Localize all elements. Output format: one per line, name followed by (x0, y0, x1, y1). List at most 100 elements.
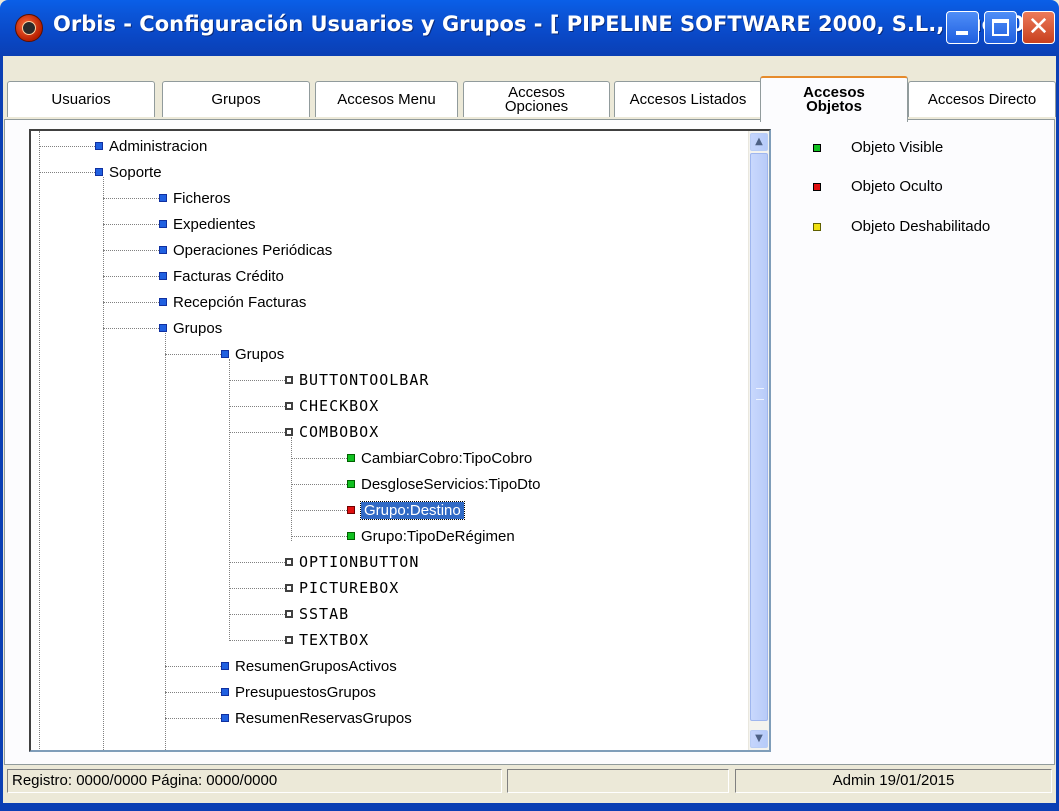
tree-item-administracion[interactable]: Administracion (95, 135, 207, 157)
tree-line (165, 333, 166, 750)
tree-item-checkbox[interactable]: CHECKBOX (285, 395, 379, 417)
tree-line (291, 458, 347, 459)
tree-line (103, 276, 159, 277)
tree-item-label: PresupuestosGrupos (235, 683, 376, 701)
minimize-button[interactable] (946, 11, 979, 44)
form-icon (221, 350, 229, 358)
maximize-button[interactable] (984, 11, 1017, 44)
objects-tree[interactable]: Administracion Soporte Ficheros Expedien… (29, 129, 771, 752)
tab-accesos-opciones[interactable]: Accesos Opciones (463, 81, 610, 117)
tree-item-resumengruposactivos[interactable]: ResumenGruposActivos (221, 655, 397, 677)
folder-icon (159, 220, 167, 228)
tree-item-optionbutton[interactable]: OPTIONBUTTON (285, 551, 419, 573)
tree-item-label: COMBOBOX (299, 423, 380, 441)
tab-accesos-objetos[interactable]: Accesos Objetos (760, 76, 908, 122)
control-type-icon (285, 376, 293, 384)
tree-item-grupos-form[interactable]: Grupos (221, 343, 284, 365)
tree-line (103, 198, 159, 199)
tree-item-label: Recepción Facturas (173, 293, 307, 311)
tree-item-textbox[interactable]: TEXTBOX (285, 629, 369, 651)
tree-item-grupo-destino[interactable]: Grupo:Destino (347, 499, 465, 521)
folder-icon (159, 298, 167, 306)
tree-item-sstab[interactable]: SSTAB (285, 603, 349, 625)
form-icon (221, 714, 229, 722)
tree-line (39, 131, 40, 750)
tree-line (229, 562, 285, 563)
legend-visible: Objeto Visible (813, 139, 943, 156)
tab-label: Accesos Menu (337, 90, 436, 108)
tab-label: Accesos Directo (927, 90, 1037, 108)
tree-item-label: PICTUREBOX (299, 579, 400, 597)
close-button[interactable]: ✕ (1022, 11, 1055, 44)
control-type-icon (285, 610, 293, 618)
tree-item-label: Administracion (109, 137, 208, 155)
close-icon: ✕ (1027, 12, 1050, 42)
tree-line (291, 484, 347, 485)
tab-accesos-listados[interactable]: Accesos Listados (614, 81, 762, 117)
tab-grupos[interactable]: Grupos (162, 81, 310, 117)
tree-line (229, 640, 285, 641)
scroll-thumb[interactable] (750, 153, 768, 721)
tree-item-operaciones-periodicas[interactable]: Operaciones Periódicas (159, 239, 332, 261)
folder-icon (159, 246, 167, 254)
tree-line (229, 614, 285, 615)
tab-accesos-directo[interactable]: Accesos Directo (908, 81, 1056, 117)
tree-item-facturas-credito[interactable]: Facturas Crédito (159, 265, 284, 287)
tree-line (165, 718, 221, 719)
folder-icon (159, 324, 167, 332)
folder-icon (159, 272, 167, 280)
tree-item-label: Ficheros (173, 189, 231, 207)
tree-item-combobox[interactable]: COMBOBOX (285, 421, 379, 443)
window-title: Orbis - Configuración Usuarios y Grupos … (53, 12, 1042, 36)
tree-item-label: Grupo:TipoDeRégimen (361, 527, 515, 545)
tree-item-label: Operaciones Periódicas (173, 241, 333, 259)
tree-item-label: SSTAB (299, 605, 350, 623)
tree-line (291, 437, 292, 541)
title-bar: Orbis - Configuración Usuarios y Grupos … (0, 0, 1059, 56)
tree-item-label: DesgloseServicios:TipoDto (361, 475, 541, 493)
tree-line (229, 406, 285, 407)
tree-line (39, 146, 95, 147)
folder-icon (95, 142, 103, 150)
status-record: Registro: 0000/0000 Página: 0000/0000 (7, 769, 502, 793)
tree-item-expedientes[interactable]: Expedientes (159, 213, 256, 235)
tree-item-label: TEXTBOX (299, 631, 370, 649)
tree-line (39, 172, 95, 173)
tree-line (165, 354, 221, 355)
control-type-icon (285, 428, 293, 436)
tree-item-ficheros[interactable]: Ficheros (159, 187, 231, 209)
tree-item-label: CHECKBOX (299, 397, 380, 415)
tab-usuarios[interactable]: Usuarios (7, 81, 155, 117)
legend-disabled: Objeto Deshabilitado (813, 218, 990, 235)
tree-item-presupuestosgrupos[interactable]: PresupuestosGrupos (221, 681, 376, 703)
tree-item-grupos[interactable]: Grupos (159, 317, 222, 339)
tree-item-cambiarcobro-tipocobro[interactable]: CambiarCobro:TipoCobro (347, 447, 532, 469)
tree-item-buttontoolbar[interactable]: BUTTONTOOLBAR (285, 369, 429, 391)
hidden-status-icon (347, 506, 355, 514)
tree-item-grupo-tipoderegimen[interactable]: Grupo:TipoDeRégimen (347, 525, 515, 547)
tree-item-recepcion-facturas[interactable]: Recepción Facturas (159, 291, 306, 313)
tree-item-label: ResumenGruposActivos (235, 657, 397, 675)
visible-status-icon (347, 532, 355, 540)
scroll-down-button[interactable]: ▼ (750, 730, 768, 748)
tab-accesos-menu[interactable]: Accesos Menu (315, 81, 458, 117)
tree-item-desgloseservicios-tipodto[interactable]: DesgloseServicios:TipoDto (347, 473, 541, 495)
tree-line (229, 359, 230, 639)
control-type-icon (285, 402, 293, 410)
control-type-icon (285, 558, 293, 566)
tree-line (103, 177, 104, 750)
legend-label: Objeto Oculto (851, 178, 943, 195)
tree-line (291, 510, 347, 511)
visible-status-icon (347, 454, 355, 462)
tree-line (103, 302, 159, 303)
tree-item-label: Facturas Crédito (173, 267, 284, 285)
tree-line (103, 224, 159, 225)
tree-item-resumenreservasgrupos[interactable]: ResumenReservasGrupos (221, 707, 412, 729)
tree-item-soporte[interactable]: Soporte (95, 161, 162, 183)
scroll-up-button[interactable]: ▲ (750, 133, 768, 151)
hidden-status-icon (813, 182, 821, 191)
tree-vertical-scrollbar[interactable]: ▲ ▼ (748, 131, 769, 750)
tree-item-label: Grupos (235, 345, 285, 363)
tree-item-picturebox[interactable]: PICTUREBOX (285, 577, 399, 599)
tab-label: Grupos (211, 90, 261, 108)
